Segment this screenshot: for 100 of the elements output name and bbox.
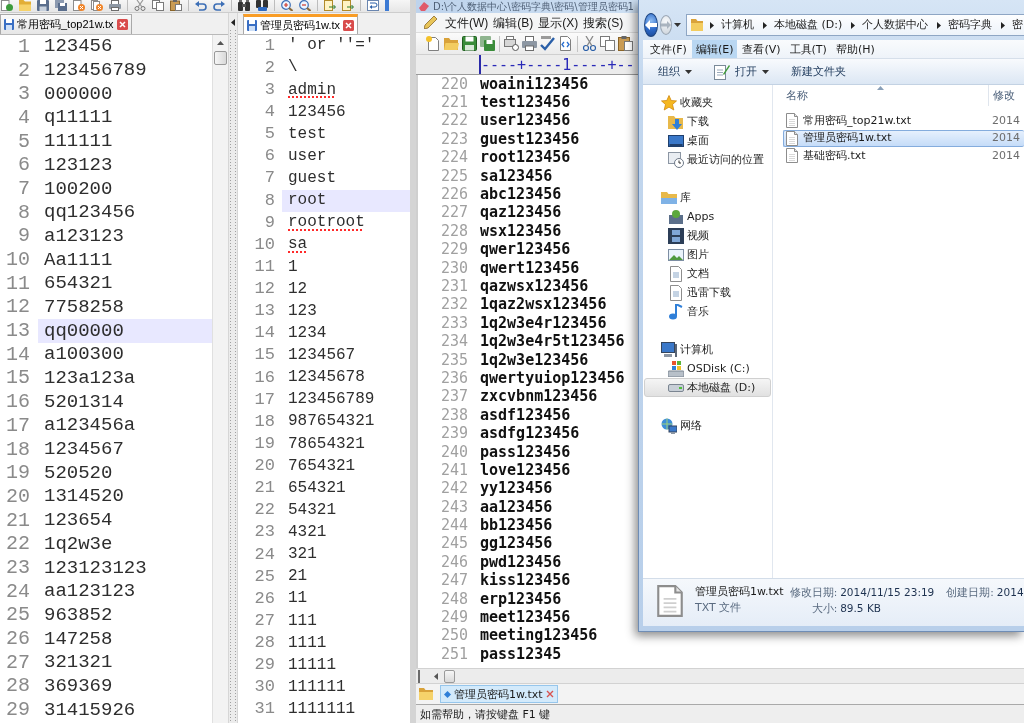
floppy-icon[interactable] <box>462 36 477 51</box>
chevron-right-icon[interactable] <box>851 21 856 29</box>
menu-item[interactable]: 编辑(B) <box>493 14 534 31</box>
caret-down-icon[interactable] <box>674 23 681 27</box>
chevron-right-icon[interactable] <box>937 21 942 29</box>
copy-icon[interactable] <box>152 0 164 11</box>
file-tab[interactable]: 管理员密码1w.txt <box>440 685 558 703</box>
pages-x-icon[interactable] <box>91 0 103 11</box>
close-icon[interactable] <box>343 20 355 31</box>
chevron-right-icon[interactable] <box>1001 21 1006 29</box>
breadcrumb[interactable]: 密码字典 <box>948 18 995 32</box>
zoom-out-icon[interactable] <box>299 0 311 11</box>
nav-item[interactable]: 桌面 <box>644 131 771 150</box>
caret-left-icon[interactable] <box>231 19 235 26</box>
address-bar[interactable]: 计算机 本地磁盘 (D:) 个人数据中心 密码字典 密 <box>686 14 1024 36</box>
chevron-right-icon[interactable] <box>710 21 714 29</box>
find-replace-icon[interactable] <box>256 0 268 11</box>
printer-icon[interactable] <box>522 36 537 51</box>
menu-item[interactable]: 文件(F) <box>646 40 691 58</box>
file-tab[interactable]: 常用密码_top21w.tx <box>0 14 132 34</box>
nav-item[interactable]: 图片 <box>644 245 771 264</box>
floppy-stack-icon[interactable] <box>480 36 495 51</box>
scrollbar-thumb[interactable] <box>214 51 227 65</box>
chevron-right-icon[interactable] <box>763 21 767 29</box>
scissors-icon[interactable] <box>134 0 146 11</box>
line-number: 20 <box>6 485 30 508</box>
menu-item[interactable]: 查看(V) <box>738 40 785 58</box>
redo-icon[interactable] <box>213 0 225 11</box>
printer-icon[interactable] <box>109 0 121 11</box>
nav-item[interactable]: 网络 <box>644 416 771 435</box>
nav-item[interactable]: OSDisk (C:) <box>644 359 771 378</box>
clipboard-icon[interactable] <box>618 36 633 51</box>
nav-item[interactable]: 本地磁盘 (D:) <box>644 378 771 397</box>
file-tab[interactable]: 管理员密码1w.tx <box>243 14 359 34</box>
column-header[interactable]: 名称 <box>773 85 989 106</box>
floppy-icon <box>4 19 14 30</box>
command-button[interactable]: 组织 <box>654 60 696 83</box>
line-number: 21 <box>254 479 275 498</box>
command-button[interactable]: 新建文件夹 <box>787 60 850 83</box>
menu-item[interactable]: 显示(X) <box>538 14 579 31</box>
page-star-icon[interactable] <box>426 36 441 51</box>
code-text: user <box>288 147 327 166</box>
floppy-icon[interactable] <box>37 0 49 11</box>
nav-item[interactable]: 库 <box>644 188 771 207</box>
column-header[interactable]: 修改 <box>989 85 1024 106</box>
page-plus-icon[interactable] <box>1 0 13 11</box>
code-text: 147258 <box>44 628 113 650</box>
nav-item[interactable]: 文档 <box>644 264 771 283</box>
menu-item[interactable]: 帮助(H) <box>831 40 879 58</box>
back-button[interactable] <box>644 13 658 37</box>
line-number: 240 <box>440 443 468 461</box>
nav-item[interactable]: Apps <box>644 207 771 226</box>
nav-item[interactable]: 收藏夹 <box>644 93 771 112</box>
undo-icon[interactable] <box>195 0 207 11</box>
print-preview-icon[interactable] <box>504 36 519 51</box>
close-icon[interactable] <box>545 690 554 698</box>
code-page-icon[interactable] <box>558 36 573 51</box>
breadcrumb[interactable]: 密 <box>1012 18 1024 32</box>
nav-item[interactable]: 音乐 <box>644 302 771 321</box>
scroll-up-button[interactable] <box>214 38 227 48</box>
code-text: 123456789 <box>288 391 375 409</box>
horizontal-scrollbar[interactable] <box>416 668 1024 684</box>
file-name[interactable]: 常用密码_top21w.txt <box>803 113 912 128</box>
floppy-stack-icon[interactable] <box>55 0 67 11</box>
menu-item[interactable]: 搜索(S) <box>583 14 624 31</box>
caret-left-icon[interactable] <box>434 672 438 680</box>
nav-item[interactable]: 最近访问的位置 <box>644 150 771 169</box>
file-name[interactable]: 基础密码.txt <box>803 148 866 163</box>
clipboard-icon[interactable] <box>170 0 182 11</box>
line-number: 16 <box>254 368 275 388</box>
breadcrumb[interactable]: 本地磁盘 (D:) <box>774 18 845 32</box>
menu-item[interactable]: 工具(T) <box>785 40 831 58</box>
wrap-icon[interactable] <box>367 0 379 11</box>
line-number: 12 <box>6 296 30 319</box>
vertical-scrollbar[interactable] <box>212 35 228 723</box>
code-text: asdfg123456 <box>479 425 580 443</box>
file-name[interactable]: 管理员密码1w.txt <box>803 131 892 146</box>
close-icon[interactable] <box>116 19 128 30</box>
code-text: qwertyuiop123456 <box>479 369 625 387</box>
code-text: 1111 <box>288 634 327 653</box>
nav-item[interactable]: 计算机 <box>644 340 771 359</box>
breadcrumb[interactable]: 个人数据中心 <box>862 18 931 32</box>
line-number: 9 <box>18 225 30 248</box>
scrollbar-thumb[interactable] <box>444 669 455 683</box>
copy-icon[interactable] <box>600 36 615 51</box>
command-button[interactable]: 打开 <box>710 60 773 83</box>
zoom-in-icon[interactable] <box>281 0 293 11</box>
split-handle[interactable] <box>418 669 420 683</box>
line-number: 18 <box>6 438 30 461</box>
nav-item[interactable]: 迅雷下载 <box>644 283 771 302</box>
menu-item[interactable]: 编辑(E) <box>691 40 738 58</box>
nav-item[interactable]: 视频 <box>644 226 771 245</box>
spellcheck-icon[interactable] <box>540 36 555 51</box>
scissors-icon[interactable] <box>582 36 597 51</box>
binoculars-icon[interactable] <box>238 0 250 11</box>
menu-item[interactable]: 文件(W) <box>445 14 489 31</box>
page-x-icon[interactable] <box>73 0 85 11</box>
breadcrumb[interactable]: 计算机 <box>721 18 756 32</box>
nav-item[interactable]: 下载 <box>644 112 771 131</box>
code-text: zxcvbnm123456 <box>479 388 598 406</box>
